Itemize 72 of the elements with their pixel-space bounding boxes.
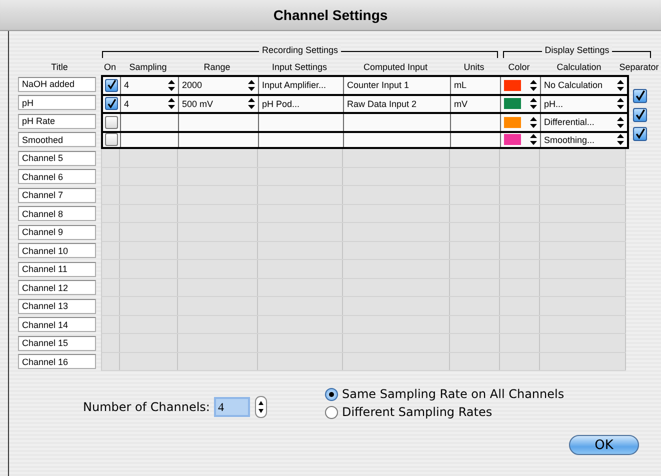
column-header: On (102, 62, 117, 72)
column-header: Title (50, 62, 69, 72)
updown-arrows-icon[interactable] (617, 116, 624, 128)
title-field[interactable]: Channel 11 (18, 262, 96, 277)
stepper[interactable] (254, 396, 267, 418)
column-header: Units (462, 62, 486, 72)
color-swatch[interactable] (504, 80, 521, 91)
table-cell: Counter Input 1 (347, 80, 410, 90)
title-field[interactable]: Channel 8 (18, 206, 96, 222)
updown-arrows-icon[interactable] (617, 80, 624, 91)
number-of-channels-field[interactable]: 4 (214, 397, 250, 417)
separator-checkbox[interactable] (633, 108, 647, 122)
color-swatch[interactable] (504, 116, 521, 128)
column-header: Separator (619, 62, 659, 72)
updown-arrows-icon[interactable] (168, 80, 175, 91)
ok-button[interactable]: OK (569, 435, 639, 455)
group-label: Display Settings (542, 45, 612, 56)
checkbox[interactable] (105, 78, 118, 92)
title-field[interactable]: Channel 7 (18, 188, 96, 203)
updown-arrows-icon[interactable] (617, 98, 624, 110)
table-cell: 4 (124, 80, 130, 90)
number-of-channels-label: Number of Channels: (83, 400, 210, 414)
updown-arrows-icon[interactable] (530, 116, 537, 128)
table-cell: 4 (124, 98, 130, 109)
title-field[interactable]: Channel 15 (18, 336, 96, 351)
title-field[interactable]: Channel 9 (18, 224, 96, 240)
updown-arrows-icon[interactable] (248, 80, 255, 91)
title-field[interactable]: Channel 10 (18, 243, 96, 258)
checkbox[interactable] (105, 97, 118, 110)
title-field[interactable]: pH Rate (18, 114, 96, 129)
title-field[interactable]: Channel 14 (18, 317, 96, 332)
column-header: Range (202, 62, 232, 72)
color-swatch[interactable] (504, 98, 521, 110)
title-field[interactable]: Channel 13 (18, 298, 96, 314)
updown-arrows-icon[interactable] (248, 98, 255, 110)
color-swatch[interactable] (504, 134, 521, 146)
checkbox[interactable] (105, 116, 118, 129)
radio-option[interactable]: Same Sampling Rate on All Channels (324, 387, 564, 401)
updown-arrows-icon[interactable] (530, 80, 537, 91)
table-cell: mL (454, 80, 467, 90)
window-title: Channel Settings (273, 7, 388, 23)
column-header: Computed Input (362, 62, 429, 72)
table-cell: No Calculation (544, 80, 603, 90)
column-header: Color (507, 62, 531, 72)
updown-arrows-icon[interactable] (530, 134, 537, 146)
table-cell: Smoothing... (544, 134, 595, 145)
updown-arrows-icon[interactable] (168, 98, 175, 110)
title-field[interactable]: pH (18, 95, 96, 110)
title-field[interactable]: Channel 5 (18, 150, 96, 166)
title-field[interactable]: Channel 12 (18, 280, 96, 296)
separator-checkbox[interactable] (633, 89, 647, 103)
column-header: Input Settings (270, 62, 328, 72)
column-header: Sampling (128, 62, 168, 72)
title-field[interactable]: Smoothed (18, 132, 96, 148)
table-cell: 500 mV (182, 98, 214, 109)
group-label: Recording Settings (258, 45, 342, 56)
updown-arrows-icon[interactable] (617, 134, 624, 146)
table-cell: Raw Data Input 2 (347, 98, 417, 109)
table-cell: Differential... (544, 117, 594, 128)
table-cell: mV (454, 98, 468, 109)
checkbox[interactable] (105, 133, 118, 146)
table-cell: Input Amplifier... (262, 80, 326, 90)
title-field[interactable]: Channel 6 (18, 169, 96, 184)
title-field[interactable]: NaOH added (18, 76, 96, 92)
separator-checkbox[interactable] (633, 127, 647, 141)
table-cell: 2000 (182, 80, 202, 90)
title-field[interactable]: Channel 16 (18, 354, 96, 370)
table-cell: pH... (544, 98, 564, 109)
radio-option[interactable]: Different Sampling Rates (324, 405, 564, 419)
table-cell: pH Pod... (262, 98, 300, 109)
updown-arrows-icon[interactable] (530, 98, 537, 110)
column-header: Calculation (556, 62, 602, 72)
